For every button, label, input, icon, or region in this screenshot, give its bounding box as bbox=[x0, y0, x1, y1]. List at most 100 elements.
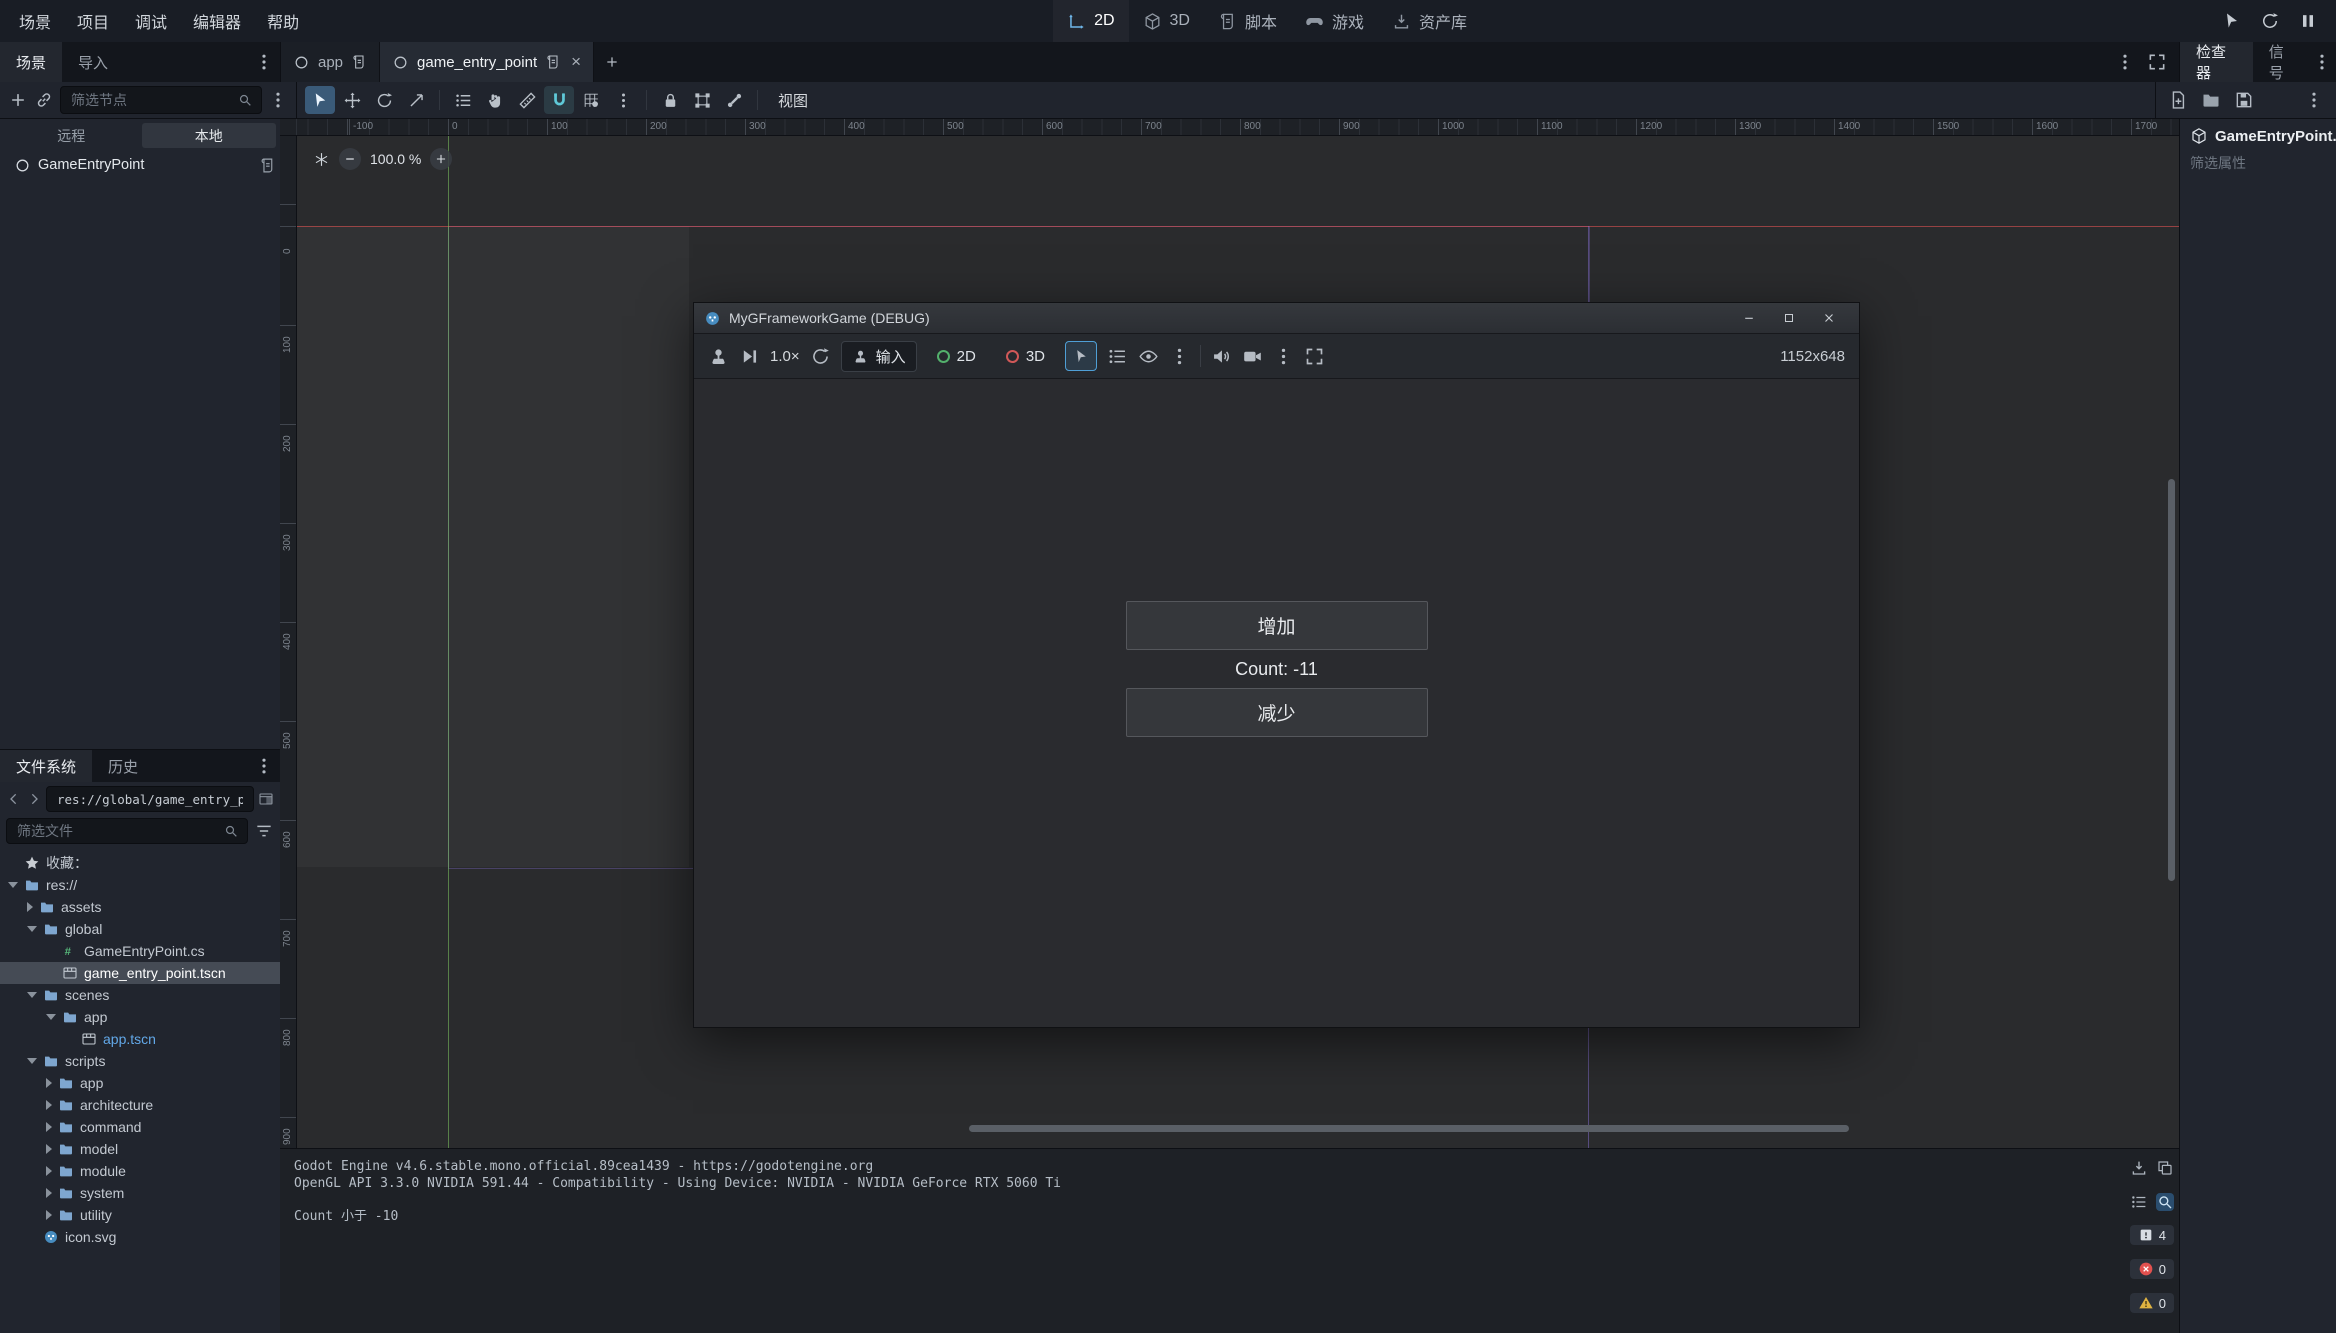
move-tool-button[interactable] bbox=[337, 86, 367, 114]
file-tree-row[interactable]: scripts bbox=[0, 1050, 280, 1072]
inspector-tab-inspector[interactable]: 检查器 bbox=[2180, 42, 2253, 82]
file-tree-row[interactable]: utility bbox=[0, 1204, 280, 1226]
close-button[interactable] bbox=[1809, 303, 1849, 333]
warnings-badge[interactable]: 0 bbox=[2130, 1293, 2174, 1313]
tree-arrow-icon[interactable] bbox=[27, 1058, 37, 1064]
maximize-button[interactable] bbox=[1769, 303, 1809, 333]
attached-script-icon[interactable] bbox=[259, 157, 276, 174]
nav-back-icon[interactable] bbox=[6, 791, 22, 807]
inspector-tab-signals[interactable]: 信号 bbox=[2253, 42, 2312, 82]
tree-arrow-icon[interactable] bbox=[27, 902, 33, 912]
game-more-icon[interactable] bbox=[1169, 346, 1190, 367]
file-tree-row[interactable]: res:// bbox=[0, 874, 280, 896]
file-tree-row[interactable]: command bbox=[0, 1116, 280, 1138]
tree-arrow-icon[interactable] bbox=[46, 1100, 52, 1110]
game-window-titlebar[interactable]: MyGFrameworkGame (DEBUG) bbox=[694, 303, 1859, 334]
list-select-button[interactable] bbox=[448, 86, 478, 114]
file-tree-row[interactable]: system bbox=[0, 1182, 280, 1204]
tree-arrow-icon[interactable] bbox=[46, 1078, 52, 1088]
inspector-toolbar-more-icon[interactable] bbox=[2304, 90, 2324, 110]
strip-more-icon[interactable] bbox=[2115, 52, 2135, 72]
visibility-icon[interactable] bbox=[1138, 346, 1159, 367]
file-tree-row[interactable]: scenes bbox=[0, 984, 280, 1006]
grid-snap-button[interactable] bbox=[576, 86, 606, 114]
tree-arrow-icon[interactable] bbox=[27, 992, 37, 998]
audio-icon[interactable] bbox=[1211, 346, 1232, 367]
v-scrollbar[interactable] bbox=[2168, 479, 2175, 881]
fs-tab-history[interactable]: 历史 bbox=[92, 750, 154, 782]
view-menu-button[interactable]: 视图 bbox=[766, 90, 820, 111]
scene-subtab-remote[interactable]: 远程 bbox=[4, 123, 139, 148]
nav-forward-icon[interactable] bbox=[26, 791, 42, 807]
rotate-tool-button[interactable] bbox=[369, 86, 399, 114]
run-pause-icon[interactable] bbox=[2298, 11, 2318, 31]
tree-arrow-icon[interactable] bbox=[46, 1014, 56, 1020]
next-frame-icon[interactable] bbox=[739, 346, 760, 367]
group-node-button[interactable] bbox=[687, 86, 717, 114]
copy-log-icon[interactable] bbox=[2156, 1159, 2174, 1177]
file-tree-row[interactable]: icon.svg bbox=[0, 1226, 280, 1248]
decrease-button[interactable]: 减少 bbox=[1126, 688, 1428, 737]
file-tree-row[interactable]: app.tscn bbox=[0, 1028, 280, 1050]
menubar-item-4[interactable]: 帮助 bbox=[254, 0, 312, 42]
mode-2d-button[interactable]: 2D bbox=[1053, 0, 1128, 42]
scene-filter-input[interactable] bbox=[69, 91, 231, 109]
menubar-item-2[interactable]: 调试 bbox=[122, 0, 180, 42]
toggle-split-icon[interactable] bbox=[258, 791, 274, 807]
tree-arrow-icon[interactable] bbox=[8, 882, 18, 888]
inspector-more-icon[interactable] bbox=[2312, 52, 2332, 72]
run-reload-icon[interactable] bbox=[2260, 11, 2280, 31]
file-tree-row[interactable]: architecture bbox=[0, 1094, 280, 1116]
file-tree-row[interactable]: app bbox=[0, 1072, 280, 1094]
minimize-button[interactable] bbox=[1729, 303, 1769, 333]
scene-dock-tab-import[interactable]: 导入 bbox=[62, 42, 124, 82]
file-tree-row[interactable]: game_entry_point.tscn bbox=[0, 962, 280, 984]
tree-arrow-icon[interactable] bbox=[46, 1188, 52, 1198]
scene-tree-root-node[interactable]: GameEntryPoint bbox=[0, 152, 280, 178]
scale-tool-button[interactable] bbox=[401, 86, 431, 114]
h-scrollbar[interactable] bbox=[969, 1125, 1849, 1132]
skeleton-options-button[interactable] bbox=[719, 86, 749, 114]
embed-fullscreen-icon[interactable] bbox=[1304, 346, 1325, 367]
errors-badge[interactable]: 0 bbox=[2130, 1259, 2174, 1279]
zoom-level-label[interactable]: 100.0 % bbox=[370, 151, 421, 167]
menubar-item-0[interactable]: 场景 bbox=[6, 0, 64, 42]
tree-arrow-icon[interactable] bbox=[46, 1122, 52, 1132]
lock-node-button[interactable] bbox=[655, 86, 685, 114]
zoom-in-button[interactable] bbox=[430, 148, 452, 170]
select-tool-button[interactable] bbox=[305, 86, 335, 114]
file-tree-row[interactable]: global bbox=[0, 918, 280, 940]
mode-game-button[interactable]: 游戏 bbox=[1291, 0, 1378, 42]
tree-arrow-icon[interactable] bbox=[27, 926, 37, 932]
output-search-icon[interactable] bbox=[2156, 1193, 2174, 1211]
strip-expand-icon[interactable] bbox=[2147, 52, 2167, 72]
scene-dock-more-icon[interactable] bbox=[254, 52, 274, 72]
mode-2d-button[interactable]: 2D bbox=[927, 344, 986, 369]
fs-filter-input[interactable] bbox=[15, 822, 217, 840]
menubar-item-3[interactable]: 编辑器 bbox=[180, 0, 254, 42]
save-resource-icon[interactable] bbox=[2234, 90, 2254, 110]
add-node-button[interactable] bbox=[8, 90, 28, 110]
tree-arrow-icon[interactable] bbox=[46, 1166, 52, 1176]
mode-3d-button[interactable]: 3D bbox=[1129, 0, 1204, 42]
file-tree-row[interactable]: module bbox=[0, 1160, 280, 1182]
mode-assetlib-button[interactable]: 资产库 bbox=[1378, 0, 1481, 42]
input-mode-button[interactable]: 输入 bbox=[841, 341, 917, 372]
pan-tool-button[interactable] bbox=[480, 86, 510, 114]
snowflake-icon[interactable] bbox=[313, 151, 330, 168]
run-play-icon[interactable] bbox=[2222, 11, 2242, 31]
tree-arrow-icon[interactable] bbox=[46, 1144, 52, 1154]
new-resource-icon[interactable] bbox=[2168, 90, 2188, 110]
messages-badge[interactable]: 4 bbox=[2130, 1225, 2174, 1245]
load-resource-icon[interactable] bbox=[2201, 90, 2221, 110]
file-tree-row[interactable]: assets bbox=[0, 896, 280, 918]
menubar-item-1[interactable]: 项目 bbox=[64, 0, 122, 42]
debug-session-icon[interactable] bbox=[708, 346, 729, 367]
ruler-tool-button[interactable] bbox=[512, 86, 542, 114]
game-select-tool-button[interactable] bbox=[1065, 341, 1097, 371]
scene-tab-game_entry_point[interactable]: game_entry_point× bbox=[380, 42, 594, 82]
line-wrap-icon[interactable] bbox=[2130, 1193, 2148, 1211]
tree-arrow-icon[interactable] bbox=[46, 1210, 52, 1220]
scene-tab-app[interactable]: app bbox=[281, 42, 380, 82]
inspected-object-row[interactable]: GameEntryPoint... bbox=[2180, 119, 2336, 149]
